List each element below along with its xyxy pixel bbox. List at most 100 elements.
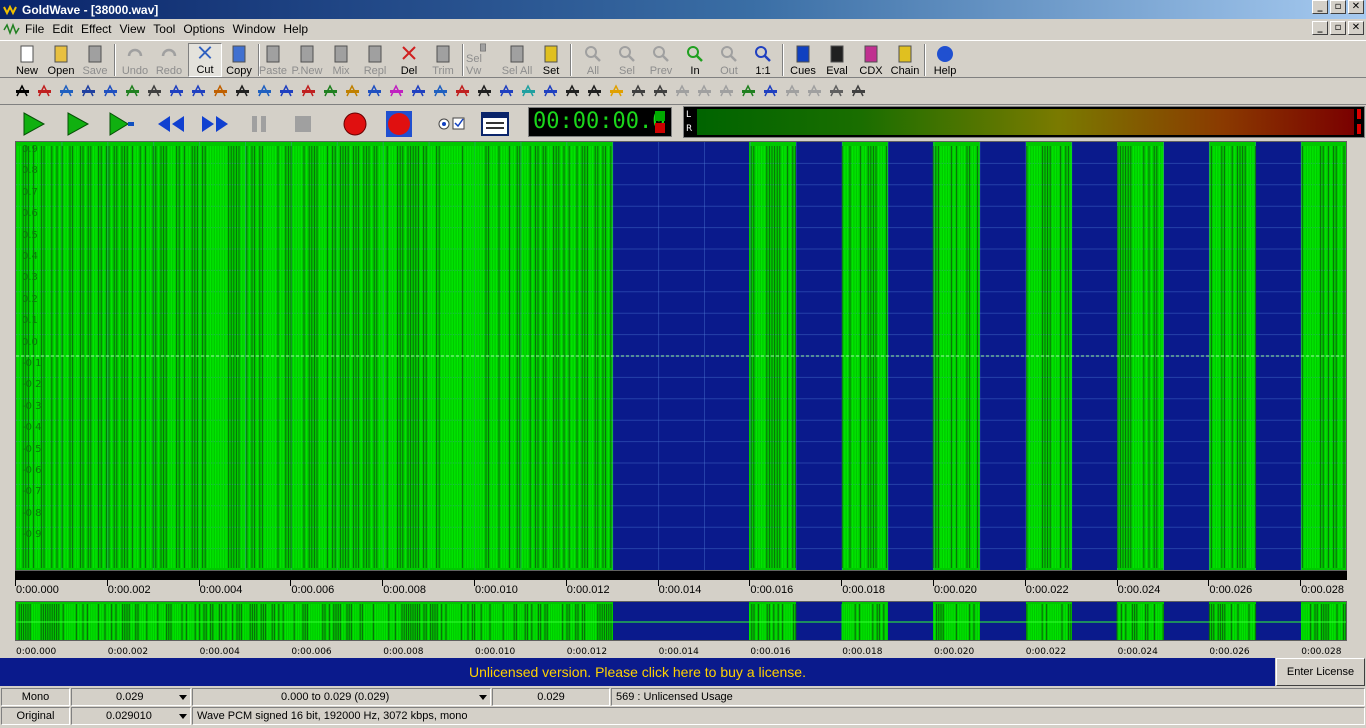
doc-minimize-button[interactable]: _ bbox=[1312, 21, 1328, 35]
effect-tool-icon[interactable] bbox=[36, 83, 53, 100]
effect-tool-icon[interactable] bbox=[784, 83, 801, 100]
effect-tool-icon[interactable] bbox=[476, 83, 493, 100]
effect-tool-icon[interactable] bbox=[828, 83, 845, 100]
effect-tool-icon[interactable] bbox=[190, 83, 207, 100]
effect-tool-icon[interactable] bbox=[740, 83, 757, 100]
toolbar-mix-button[interactable]: Mix bbox=[324, 43, 358, 77]
effect-tool-icon[interactable] bbox=[344, 83, 361, 100]
chevron-down-icon[interactable] bbox=[179, 695, 187, 700]
effect-tool-icon[interactable] bbox=[80, 83, 97, 100]
toolbar-1-1-button[interactable]: 1:1 bbox=[746, 43, 780, 77]
toolbar-eval-button[interactable]: Eval bbox=[820, 43, 854, 77]
effect-tool-icon[interactable] bbox=[564, 83, 581, 100]
effect-tool-icon[interactable] bbox=[850, 83, 867, 100]
toolbar-paste-button[interactable]: Paste bbox=[256, 43, 290, 77]
effect-tool-icon[interactable] bbox=[234, 83, 251, 100]
chevron-down-icon[interactable] bbox=[179, 714, 187, 719]
toolbar-out-button[interactable]: Out bbox=[712, 43, 746, 77]
time-ruler[interactable]: 0:00.000 0:00.002 0:00.004 0:00.006 0:00.008… bbox=[15, 571, 1347, 599]
toolbar-p-new-button[interactable]: P.New bbox=[290, 43, 324, 77]
toolbar-cdx-button[interactable]: CDX bbox=[854, 43, 888, 77]
effect-tool-icon[interactable] bbox=[674, 83, 691, 100]
effect-tool-icon[interactable] bbox=[432, 83, 449, 100]
toolbar-cues-button[interactable]: Cues bbox=[786, 43, 820, 77]
toolbar-help-button[interactable]: Help bbox=[928, 43, 962, 77]
stop-button[interactable] bbox=[284, 109, 322, 139]
selection-field[interactable]: 0.000 to 0.029 (0.029) bbox=[192, 688, 491, 706]
enter-license-button[interactable]: Enter License bbox=[1276, 658, 1365, 686]
effect-tool-icon[interactable] bbox=[102, 83, 119, 100]
effect-tool-icon[interactable] bbox=[718, 83, 735, 100]
effect-tool-icon[interactable] bbox=[388, 83, 405, 100]
effect-tool-icon[interactable] bbox=[124, 83, 141, 100]
menu-window[interactable]: Window bbox=[229, 22, 280, 36]
toolbar-sel-button[interactable]: Sel bbox=[610, 43, 644, 77]
play-all-button[interactable] bbox=[14, 109, 52, 139]
menu-options[interactable]: Options bbox=[179, 22, 228, 36]
effect-tool-icon[interactable] bbox=[14, 83, 31, 100]
menu-tool[interactable]: Tool bbox=[149, 22, 179, 36]
toolbar-sel-all-button[interactable]: Sel All bbox=[500, 43, 534, 77]
effect-tool-icon[interactable] bbox=[520, 83, 537, 100]
effect-tool-icon[interactable] bbox=[168, 83, 185, 100]
effect-tool-icon[interactable] bbox=[300, 83, 317, 100]
play-from-cursor-button[interactable] bbox=[102, 109, 140, 139]
toolbar-save-button[interactable]: Save bbox=[78, 43, 112, 77]
effect-tool-icon[interactable] bbox=[410, 83, 427, 100]
control-properties-button[interactable] bbox=[476, 109, 514, 139]
record-button[interactable] bbox=[336, 109, 374, 139]
toolbar-sel-vw-button[interactable]: Sel Vw bbox=[466, 43, 500, 77]
toolbar-all-button[interactable]: All bbox=[576, 43, 610, 77]
original-field[interactable]: 0.029010 bbox=[71, 707, 191, 725]
menu-edit[interactable]: Edit bbox=[48, 22, 77, 36]
effect-tool-icon[interactable] bbox=[542, 83, 559, 100]
monitor-options-button[interactable] bbox=[432, 109, 470, 139]
effect-tool-icon[interactable] bbox=[366, 83, 383, 100]
effect-tool-icon[interactable] bbox=[212, 83, 229, 100]
record-new-button[interactable] bbox=[380, 109, 418, 139]
toolbar-new-button[interactable]: New bbox=[10, 43, 44, 77]
effect-tool-icon[interactable] bbox=[322, 83, 339, 100]
effect-tool-icon[interactable] bbox=[498, 83, 515, 100]
menu-file[interactable]: File bbox=[21, 22, 48, 36]
menu-effect[interactable]: Effect bbox=[77, 22, 115, 36]
overview-waveform[interactable] bbox=[15, 601, 1347, 641]
effect-tool-icon[interactable] bbox=[454, 83, 471, 100]
waveform-canvas[interactable] bbox=[16, 142, 1347, 571]
toolbar-trim-button[interactable]: Trim bbox=[426, 43, 460, 77]
play-selection-button[interactable] bbox=[58, 109, 96, 139]
close-button[interactable]: ✕ bbox=[1348, 0, 1364, 14]
effect-tool-icon[interactable] bbox=[586, 83, 603, 100]
effect-tool-icon[interactable] bbox=[630, 83, 647, 100]
license-banner[interactable]: Unlicensed version. Please click here to… bbox=[0, 658, 1275, 686]
toolbar-set-button[interactable]: Set bbox=[534, 43, 568, 77]
minimize-button[interactable]: _ bbox=[1312, 0, 1328, 14]
doc-restore-button[interactable]: ▫ bbox=[1330, 21, 1346, 35]
menu-view[interactable]: View bbox=[116, 22, 150, 36]
toolbar-copy-button[interactable]: Copy bbox=[222, 43, 256, 77]
menu-help[interactable]: Help bbox=[279, 22, 312, 36]
toolbar-cut-button[interactable]: Cut bbox=[188, 43, 222, 77]
effect-tool-icon[interactable] bbox=[278, 83, 295, 100]
effect-tool-icon[interactable] bbox=[608, 83, 625, 100]
effect-tool-icon[interactable] bbox=[806, 83, 823, 100]
chevron-down-icon[interactable] bbox=[479, 695, 487, 700]
document-wave-icon[interactable] bbox=[3, 22, 21, 36]
toolbar-repl-button[interactable]: Repl bbox=[358, 43, 392, 77]
toolbar-undo-button[interactable]: Undo bbox=[118, 43, 152, 77]
waveform-view[interactable]: 0.9 0.8 0.7 0.6 0.5 0.4 0.3 0.2 0.1 0.0 -0.1 -0.2 -0… bbox=[15, 141, 1347, 571]
fast-forward-button[interactable] bbox=[196, 109, 234, 139]
doc-close-button[interactable]: ✕ bbox=[1348, 21, 1364, 35]
effect-tool-icon[interactable] bbox=[696, 83, 713, 100]
effect-tool-icon[interactable] bbox=[146, 83, 163, 100]
restore-button[interactable]: ▫ bbox=[1330, 0, 1346, 14]
toolbar-open-button[interactable]: Open bbox=[44, 43, 78, 77]
effect-tool-icon[interactable] bbox=[652, 83, 669, 100]
overview-canvas[interactable] bbox=[16, 602, 1347, 641]
toolbar-del-button[interactable]: Del bbox=[392, 43, 426, 77]
rewind-button[interactable] bbox=[152, 109, 190, 139]
toolbar-redo-button[interactable]: Redo bbox=[152, 43, 186, 77]
toolbar-chain-button[interactable]: Chain bbox=[888, 43, 922, 77]
effect-tool-icon[interactable] bbox=[762, 83, 779, 100]
length-field[interactable]: 0.029 bbox=[71, 688, 191, 706]
